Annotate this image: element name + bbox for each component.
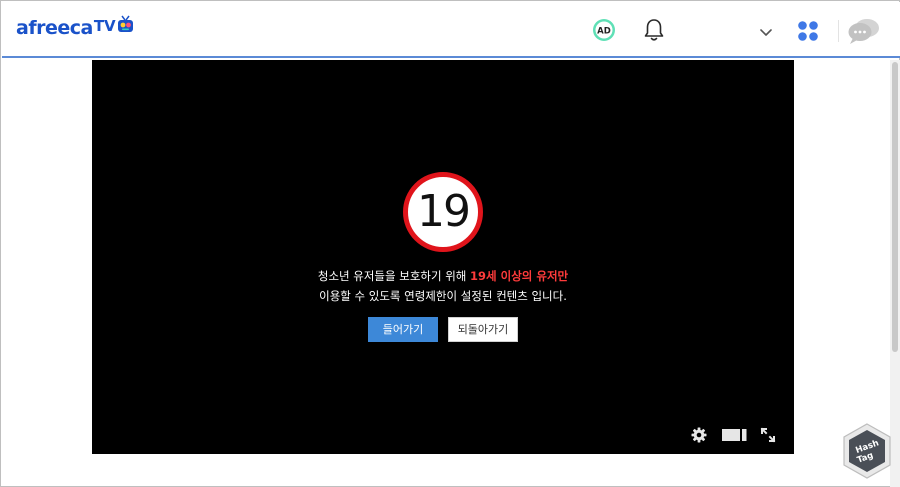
afreecatv-logo[interactable]: afreeca TV xyxy=(16,15,134,39)
gear-icon[interactable] xyxy=(691,427,707,447)
go-back-button[interactable]: 되돌아가기 xyxy=(448,317,518,342)
bell-icon[interactable] xyxy=(643,17,665,47)
browser-frame: afreeca TV AD 19 청소년 유저들을 보호하기 위해 19세 이상… xyxy=(0,0,900,487)
chat-bubble-icon[interactable] xyxy=(847,17,881,49)
top-header: afreeca TV AD xyxy=(2,2,900,58)
video-player[interactable]: 19 청소년 유저들을 보호하기 위해 19세 이상의 유저만 이용할 수 있도… xyxy=(92,60,794,454)
fullscreen-icon[interactable] xyxy=(760,427,776,447)
age-rating-number: 19 xyxy=(417,186,471,237)
chevron-down-icon[interactable] xyxy=(758,24,774,43)
age-restriction-badge: 19 xyxy=(403,172,483,252)
age-warning-prefix: 청소년 유저들을 보호하기 위해 xyxy=(317,269,471,283)
ad-icon[interactable]: AD xyxy=(592,18,616,46)
enter-button[interactable]: 들어가기 xyxy=(368,317,438,342)
age-warning-line2: 이용할 수 있도록 연령제한이 설정된 컨텐츠 입니다. xyxy=(319,289,567,303)
ad-label: AD xyxy=(597,27,611,37)
theater-mode-icon[interactable] xyxy=(722,427,748,447)
logo-tv-mark: TV xyxy=(93,17,116,35)
header-divider xyxy=(838,20,839,42)
age-warning-highlight: 19세 이상의 유저만 xyxy=(470,269,569,283)
scrollbar-thumb[interactable] xyxy=(892,62,898,352)
age-warning-line1: 청소년 유저들을 보호하기 위해 19세 이상의 유저만 xyxy=(92,269,794,283)
logo-mascot-icon xyxy=(117,15,134,37)
logo-wordmark: afreeca xyxy=(16,17,93,39)
hashtag-watermark-logo: Hash Tag xyxy=(841,422,893,484)
apps-grid-icon[interactable] xyxy=(797,20,819,46)
